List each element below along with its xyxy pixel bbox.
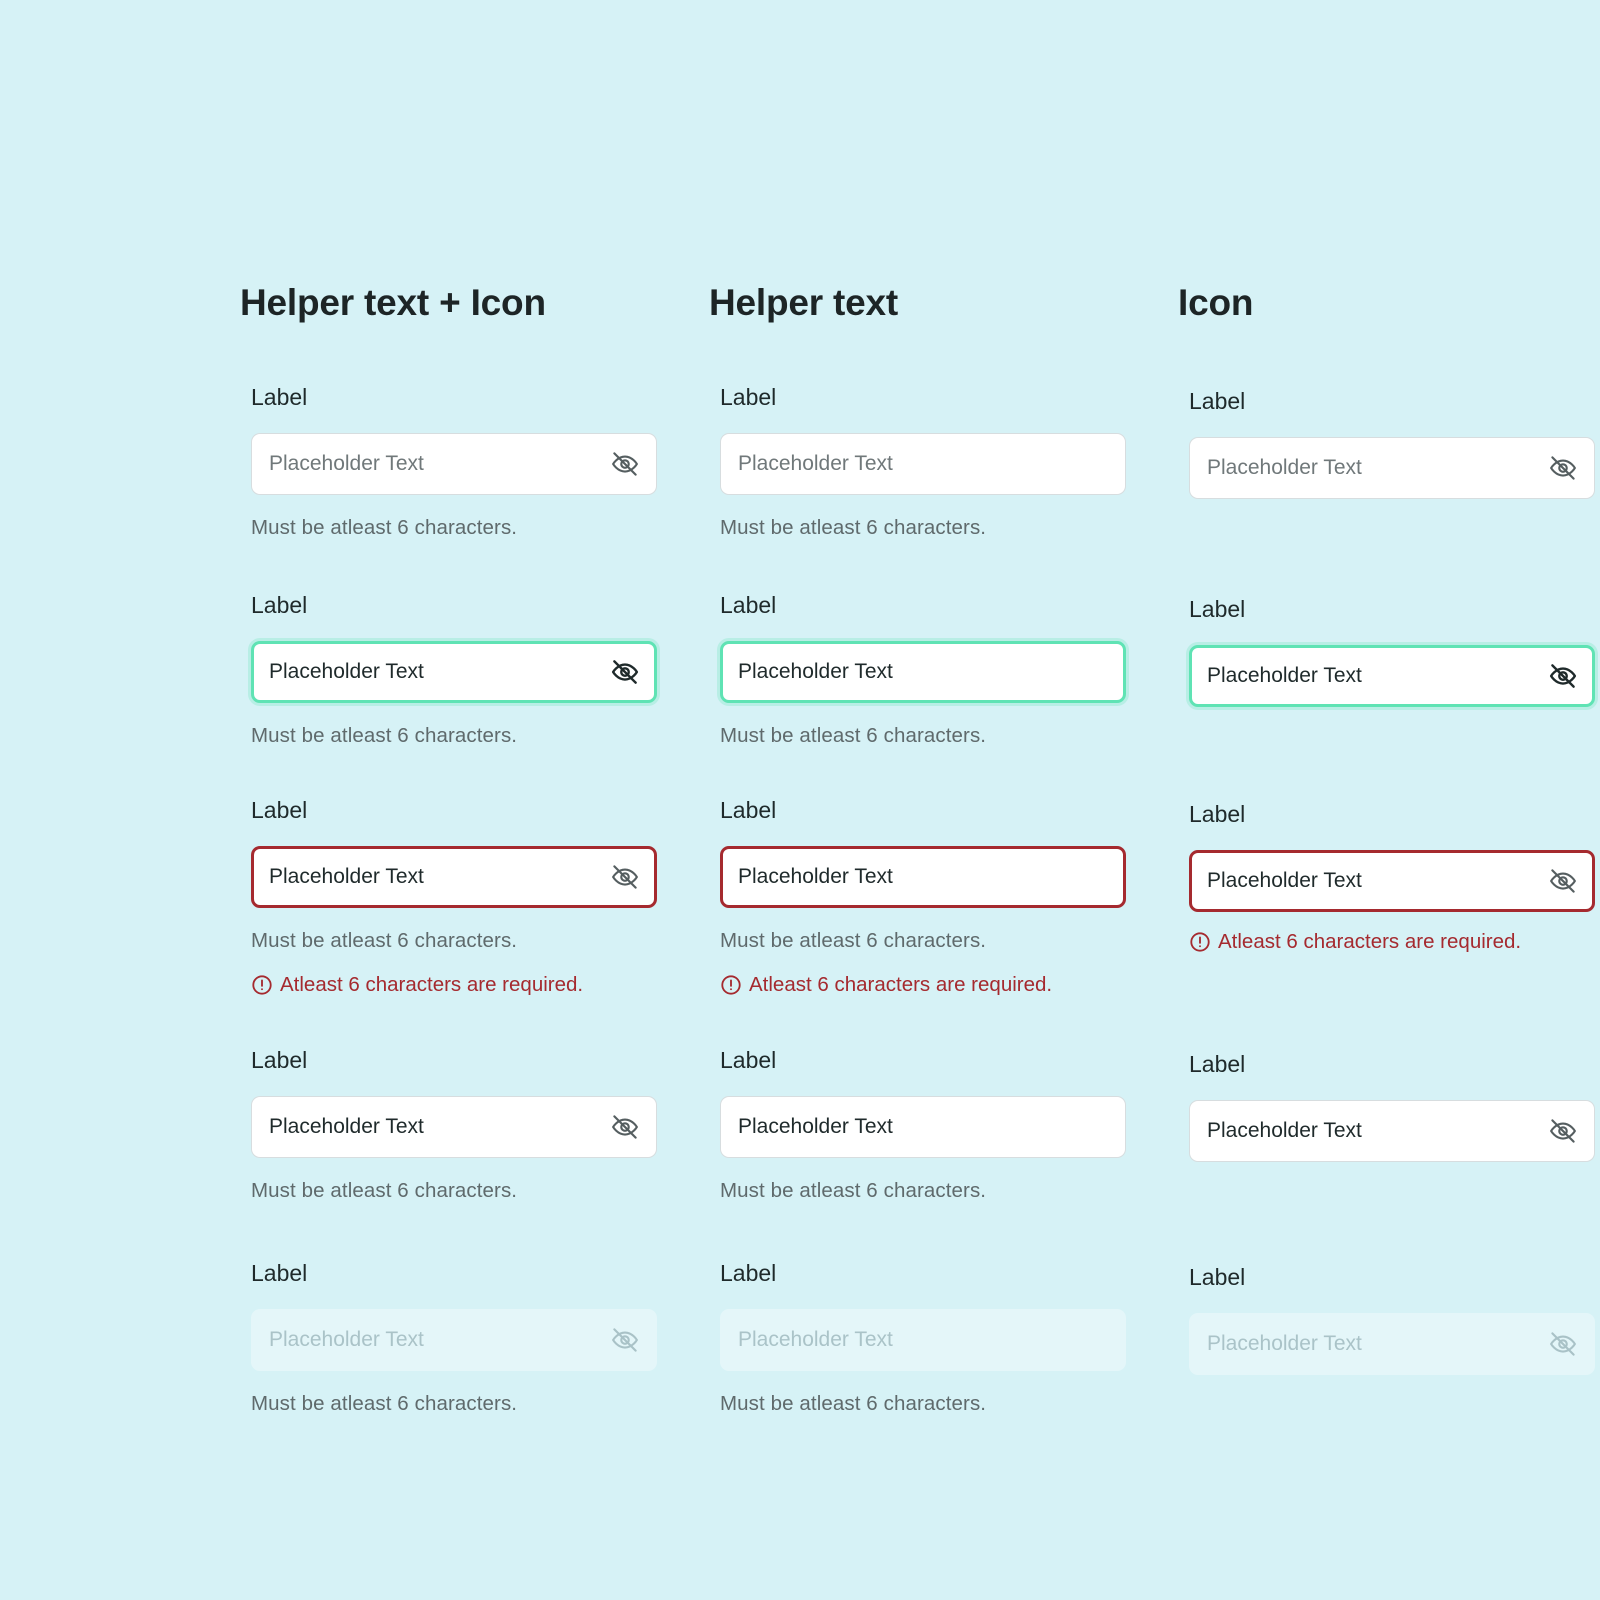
eye-off-icon[interactable] (610, 657, 640, 687)
text-field-error: Label Placeholder Text Must be atleast 6… (251, 796, 671, 996)
text-input: Placeholder Text (720, 1309, 1126, 1371)
input-value: Placeholder Text (269, 865, 424, 888)
input-placeholder: Placeholder Text (269, 1328, 424, 1351)
alert-circle-icon (251, 974, 273, 996)
eye-off-icon[interactable] (610, 1112, 640, 1142)
password-input[interactable]: Placeholder Text (1189, 437, 1595, 499)
input-value: Placeholder Text (269, 660, 424, 683)
error-message: Atleast 6 characters are required. (1189, 930, 1521, 954)
field-label: Label (1189, 801, 1246, 827)
password-input[interactable]: Placeholder Text (1189, 1100, 1595, 1162)
field-label: Label (251, 384, 308, 410)
input-placeholder: Placeholder Text (1207, 456, 1362, 479)
helper-text: Must be atleast 6 characters. (251, 516, 518, 539)
helper-text: Must be atleast 6 characters. (251, 1179, 518, 1202)
password-input[interactable]: Placeholder Text (251, 641, 657, 703)
field-label: Label (720, 1047, 777, 1073)
eye-off-icon[interactable] (1548, 453, 1578, 483)
text-field-error: Label Placeholder Text Atleast 6 charact… (1189, 800, 1600, 953)
helper-text: Must be atleast 6 characters. (720, 724, 987, 747)
input-value: Placeholder Text (1207, 1119, 1362, 1142)
eye-off-icon[interactable] (1548, 661, 1578, 691)
password-input[interactable]: Placeholder Text (1189, 645, 1595, 707)
password-input: Placeholder Text (251, 1309, 657, 1371)
helper-text: Must be atleast 6 characters. (720, 1392, 987, 1415)
helper-text: Must be atleast 6 characters. (720, 929, 987, 952)
text-field-filled: Label Placeholder Text Must be atleast 6… (251, 1046, 671, 1202)
text-input[interactable]: Placeholder Text (720, 433, 1126, 495)
field-label: Label (1189, 1051, 1246, 1077)
eye-off-icon (610, 1325, 640, 1355)
field-label: Label (1189, 596, 1246, 622)
input-placeholder: Placeholder Text (738, 452, 893, 475)
input-value: Placeholder Text (738, 660, 893, 683)
error-text: Atleast 6 characters are required. (749, 973, 1053, 996)
field-label: Label (720, 384, 777, 410)
column-helper-text: Helper text Label Placeholder Text Must … (709, 0, 1129, 1600)
helper-text: Must be atleast 6 characters. (720, 516, 987, 539)
eye-off-icon (1548, 1329, 1578, 1359)
field-label: Label (1189, 1264, 1246, 1290)
password-input[interactable]: Placeholder Text (251, 1096, 657, 1158)
error-text: Atleast 6 characters are required. (280, 973, 584, 996)
field-label: Label (251, 797, 308, 823)
field-label: Label (720, 1260, 777, 1286)
text-input[interactable]: Placeholder Text (720, 1096, 1126, 1158)
eye-off-icon[interactable] (1548, 1116, 1578, 1146)
column-icon: Icon Label Placeholder Text Label Placeh… (1178, 0, 1598, 1600)
field-label: Label (720, 592, 777, 618)
field-label: Label (1189, 388, 1246, 414)
helper-text: Must be atleast 6 characters. (251, 1392, 518, 1415)
text-field-error: Label Placeholder Text Must be atleast 6… (720, 796, 1140, 996)
alert-circle-icon (1189, 931, 1211, 953)
column-title: Icon (1178, 282, 1254, 323)
input-placeholder: Placeholder Text (738, 1328, 893, 1351)
text-field-default: Label Placeholder Text Must be atleast 6… (720, 383, 1140, 539)
helper-text: Must be atleast 6 characters. (251, 929, 518, 952)
text-field-disabled: Label Placeholder Text Must be atleast 6… (251, 1259, 671, 1415)
error-message: Atleast 6 characters are required. (720, 973, 1052, 997)
text-field-disabled: Label Placeholder Text (1189, 1263, 1600, 1375)
input-placeholder: Placeholder Text (269, 452, 424, 475)
password-input: Placeholder Text (1189, 1313, 1595, 1375)
helper-text: Must be atleast 6 characters. (720, 1179, 987, 1202)
input-value: Placeholder Text (1207, 869, 1362, 892)
text-field-focused: Label Placeholder Text (1189, 595, 1600, 707)
password-input[interactable]: Placeholder Text (251, 433, 657, 495)
input-placeholder: Placeholder Text (1207, 1332, 1362, 1355)
error-text: Atleast 6 characters are required. (1218, 930, 1522, 953)
eye-off-icon[interactable] (1548, 866, 1578, 896)
text-input[interactable]: Placeholder Text (720, 846, 1126, 908)
eye-off-icon[interactable] (610, 449, 640, 479)
input-value: Placeholder Text (738, 1115, 893, 1138)
text-field-filled: Label Placeholder Text (1189, 1050, 1600, 1162)
field-label: Label (251, 1260, 308, 1286)
input-value: Placeholder Text (1207, 664, 1362, 687)
helper-text: Must be atleast 6 characters. (251, 724, 518, 747)
alert-circle-icon (720, 974, 742, 996)
error-message: Atleast 6 characters are required. (251, 973, 583, 997)
field-label: Label (251, 592, 308, 618)
input-value: Placeholder Text (269, 1115, 424, 1138)
text-field-focused: Label Placeholder Text Must be atleast 6… (251, 591, 671, 747)
field-label: Label (720, 797, 777, 823)
eye-off-icon[interactable] (610, 862, 640, 892)
column-title: Helper text + Icon (240, 282, 546, 323)
text-field-focused: Label Placeholder Text Must be atleast 6… (720, 591, 1140, 747)
text-field-disabled: Label Placeholder Text Must be atleast 6… (720, 1259, 1140, 1415)
field-label: Label (251, 1047, 308, 1073)
text-field-default: Label Placeholder Text Must be atleast 6… (251, 383, 671, 539)
text-field-default: Label Placeholder Text (1189, 387, 1600, 499)
password-input[interactable]: Placeholder Text (251, 846, 657, 908)
password-input[interactable]: Placeholder Text (1189, 850, 1595, 912)
text-input[interactable]: Placeholder Text (720, 641, 1126, 703)
input-value: Placeholder Text (738, 865, 893, 888)
column-title: Helper text (709, 282, 899, 323)
text-field-filled: Label Placeholder Text Must be atleast 6… (720, 1046, 1140, 1202)
column-helper-text-icon: Helper text + Icon Label Placeholder Tex… (240, 0, 660, 1600)
